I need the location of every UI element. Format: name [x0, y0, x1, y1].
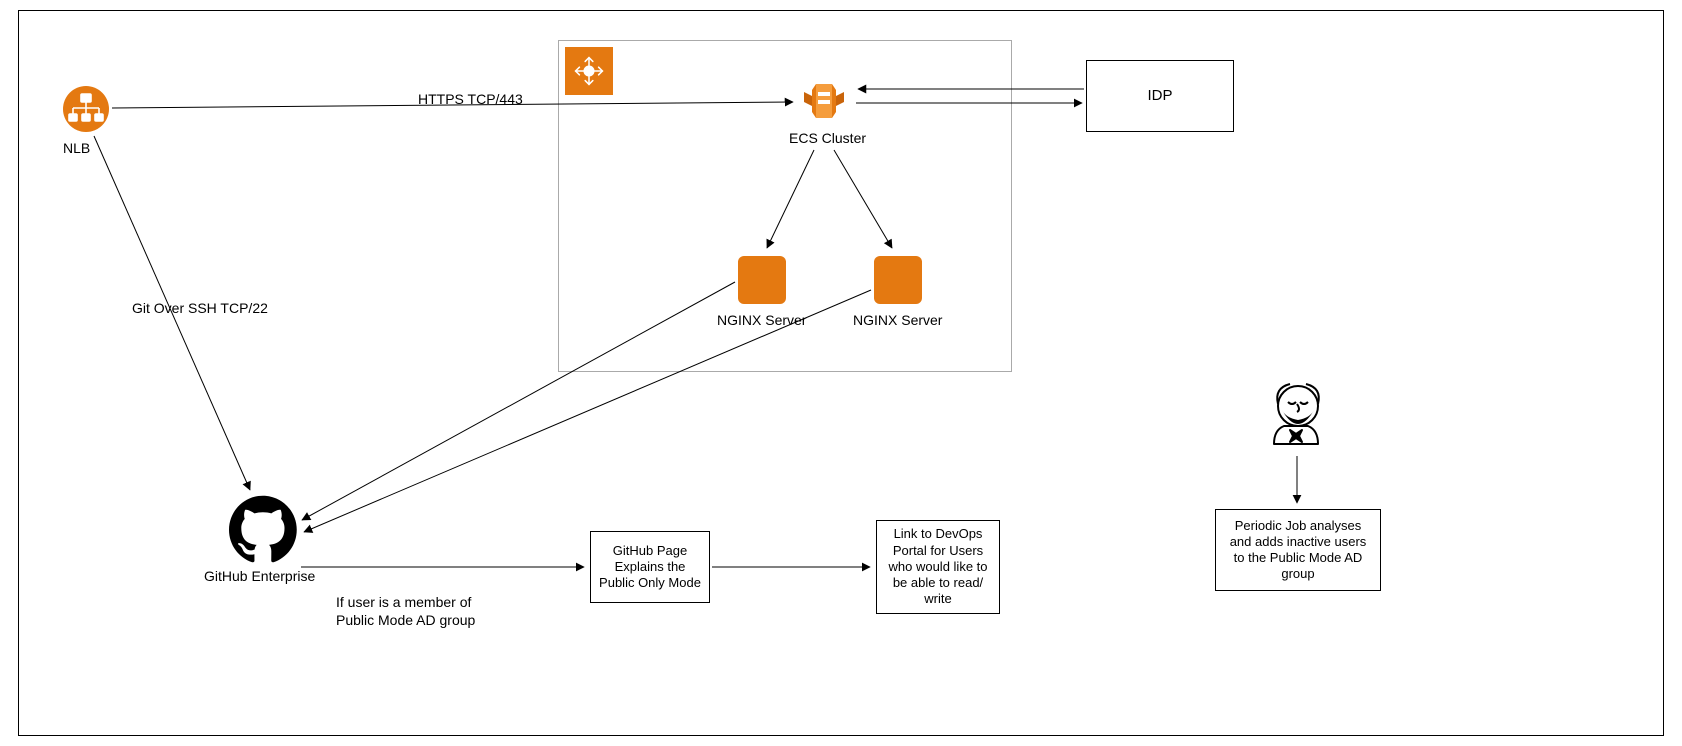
github-label: GitHub Enterprise — [204, 568, 315, 586]
jenkins-job-node: Periodic Job analyses and adds inactive … — [1215, 509, 1381, 591]
edge-label-ssh: Git Over SSH TCP/22 — [132, 300, 268, 318]
nginx-server-2-icon — [874, 256, 922, 304]
idp-node: IDP — [1086, 60, 1234, 132]
diagram-canvas: NLB ECS Cluster NGINX Server NGINX Serve… — [0, 0, 1682, 746]
devops-link-node: Link to DevOps Portal for Users who woul… — [876, 520, 1000, 614]
elb-icon — [565, 47, 613, 95]
github-icon — [229, 495, 297, 563]
jenkins-job-label: Periodic Job analyses and adds inactive … — [1224, 518, 1372, 583]
devops-link-label: Link to DevOps Portal for Users who woul… — [885, 526, 991, 607]
edge-label-https: HTTPS TCP/443 — [418, 91, 523, 109]
nginx-server-2-label: NGINX Server — [853, 312, 942, 330]
edge-label-member: If user is a member of Public Mode AD gr… — [336, 594, 475, 629]
ecs-cluster-label: ECS Cluster — [789, 130, 866, 148]
ecs-cluster-icon — [796, 78, 852, 124]
nlb-label: NLB — [63, 140, 90, 158]
idp-label: IDP — [1147, 87, 1172, 106]
nginx-server-1-label: NGINX Server — [717, 312, 806, 330]
jenkins-icon — [1264, 374, 1328, 452]
github-page-node: GitHub Page Explains the Public Only Mod… — [590, 531, 710, 603]
github-page-label: GitHub Page Explains the Public Only Mod… — [599, 543, 701, 592]
nlb-icon — [63, 86, 109, 132]
nginx-server-1-icon — [738, 256, 786, 304]
